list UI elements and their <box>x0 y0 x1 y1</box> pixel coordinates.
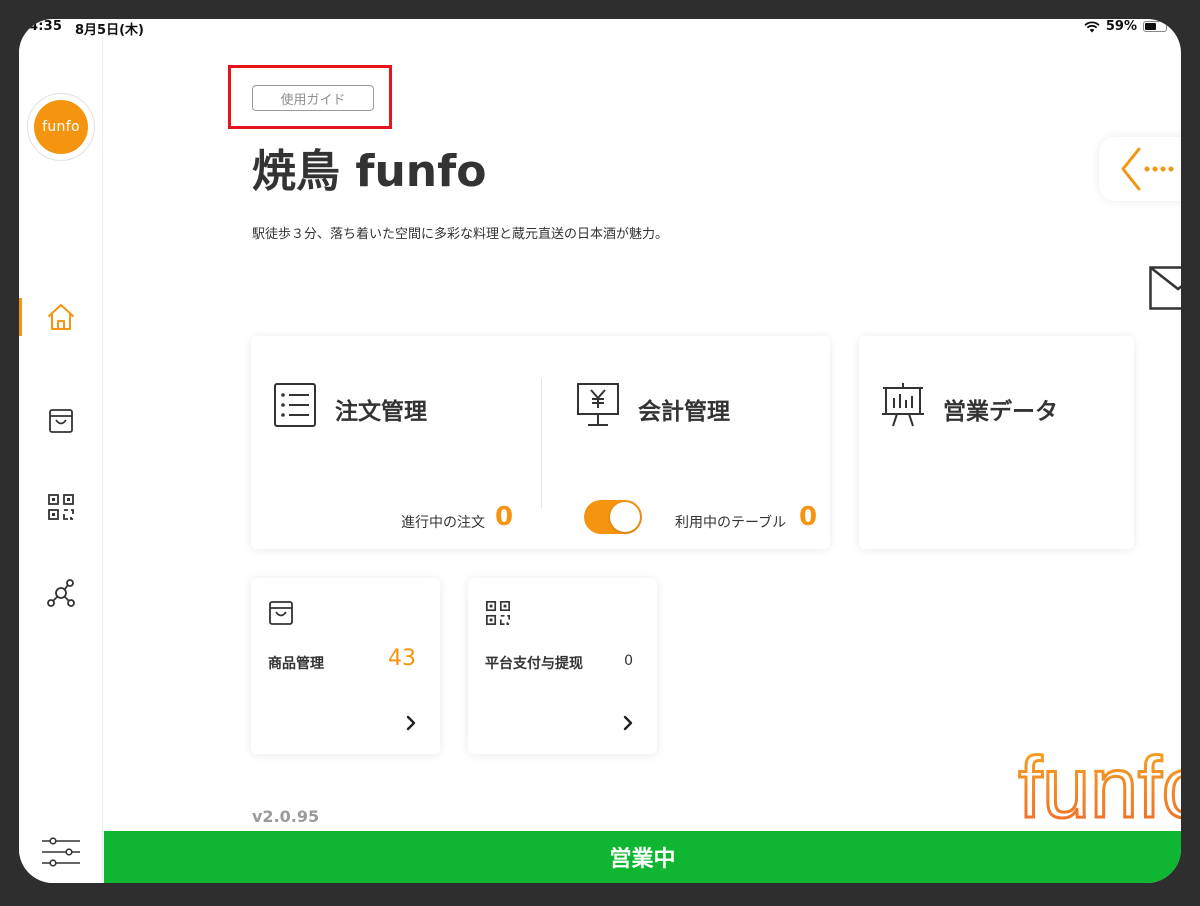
list-icon <box>274 383 316 427</box>
qr-code-icon <box>486 601 510 625</box>
orders-metric-value: 0 <box>495 502 514 532</box>
funfo-brand-logo: funfo <box>1017 739 1181 838</box>
device-frame: 4:35 8月5日(木) 59% funfo 使用ガイド 焼鳥 funfo 駅徒… <box>0 0 1200 906</box>
products-count: 43 <box>388 646 416 671</box>
accounting-metric-value: 0 <box>799 502 818 532</box>
active-indicator <box>19 298 22 336</box>
usage-guide-button[interactable]: 使用ガイド <box>252 85 374 111</box>
accounting-toggle[interactable] <box>584 500 642 534</box>
payout-card[interactable]: 平台支付与提现 0 <box>468 578 657 754</box>
battery-text: 59% <box>1105 19 1137 34</box>
back-tab[interactable] <box>1099 137 1181 201</box>
chevron-left-dots-icon <box>1121 147 1174 191</box>
accounting-title: 会計管理 <box>638 399 730 425</box>
battery-icon <box>1143 21 1167 32</box>
orders-panel[interactable]: 注文管理 進行中の注文 0 <box>251 336 541 549</box>
sales-title: 営業データ <box>943 399 1058 425</box>
store-logo[interactable]: funfo <box>27 93 95 161</box>
status-date: 8月5日(木) <box>75 23 144 38</box>
sidebar-item-home[interactable] <box>19 294 103 340</box>
store-description: 駅徒歩３分、落ち着いた空間に多彩な料理と蔵元直送の日本酒が魅力。 <box>252 227 669 242</box>
brand-mark-text: funfo <box>1018 740 1181 836</box>
network-icon <box>47 579 75 607</box>
screen: 4:35 8月5日(木) 59% funfo 使用ガイド 焼鳥 funfo 駅徒… <box>19 19 1181 883</box>
products-title: 商品管理 <box>268 656 324 672</box>
register-yen-icon <box>577 383 619 426</box>
orders-metric-label: 進行中の注文 <box>401 515 485 531</box>
store-name: 焼鳥 funfo <box>252 146 487 197</box>
accounting-metric-label: 利用中のテーブル <box>675 515 787 531</box>
payout-value: 0 <box>624 653 633 669</box>
main-content: 使用ガイド 焼鳥 funfo 駅徒歩３分、落ち着いた空間に多彩な料理と蔵元直送の… <box>104 37 1181 837</box>
wifi-icon <box>1084 20 1100 32</box>
status-time: 4:35 <box>29 19 63 34</box>
presentation-chart-icon <box>882 383 924 427</box>
chevron-right-icon <box>623 715 633 731</box>
shopping-bag-icon <box>49 409 73 433</box>
sales-data-card[interactable]: 営業データ <box>859 336 1134 549</box>
home-icon <box>48 304 74 330</box>
sidebar-item-share[interactable] <box>19 570 103 616</box>
mail-icon[interactable] <box>1149 266 1181 310</box>
sliders-icon <box>42 837 80 867</box>
products-card[interactable]: 商品管理 43 <box>251 578 440 754</box>
settings-button[interactable] <box>19 829 103 875</box>
sidebar-item-qr[interactable] <box>19 484 103 530</box>
logo-text: funfo <box>34 100 88 154</box>
orders-accounting-card: 注文管理 進行中の注文 0 会計管理 利用中のテーブル 0 <box>251 336 830 549</box>
status-right: 59% <box>1084 19 1167 34</box>
app-version: v2.0.95 <box>252 807 320 826</box>
sidebar: funfo <box>19 37 103 883</box>
sidebar-item-products[interactable] <box>19 398 103 444</box>
shopping-bag-icon <box>269 601 293 625</box>
payout-title: 平台支付与提现 <box>485 656 583 672</box>
chevron-right-icon <box>406 715 416 731</box>
status-bar: 4:35 8月5日(木) 59% <box>19 19 1181 38</box>
orders-title: 注文管理 <box>335 399 427 425</box>
toggle-knob <box>610 502 640 532</box>
business-status-bar[interactable]: 営業中 <box>104 831 1181 883</box>
qr-code-icon <box>48 494 74 520</box>
